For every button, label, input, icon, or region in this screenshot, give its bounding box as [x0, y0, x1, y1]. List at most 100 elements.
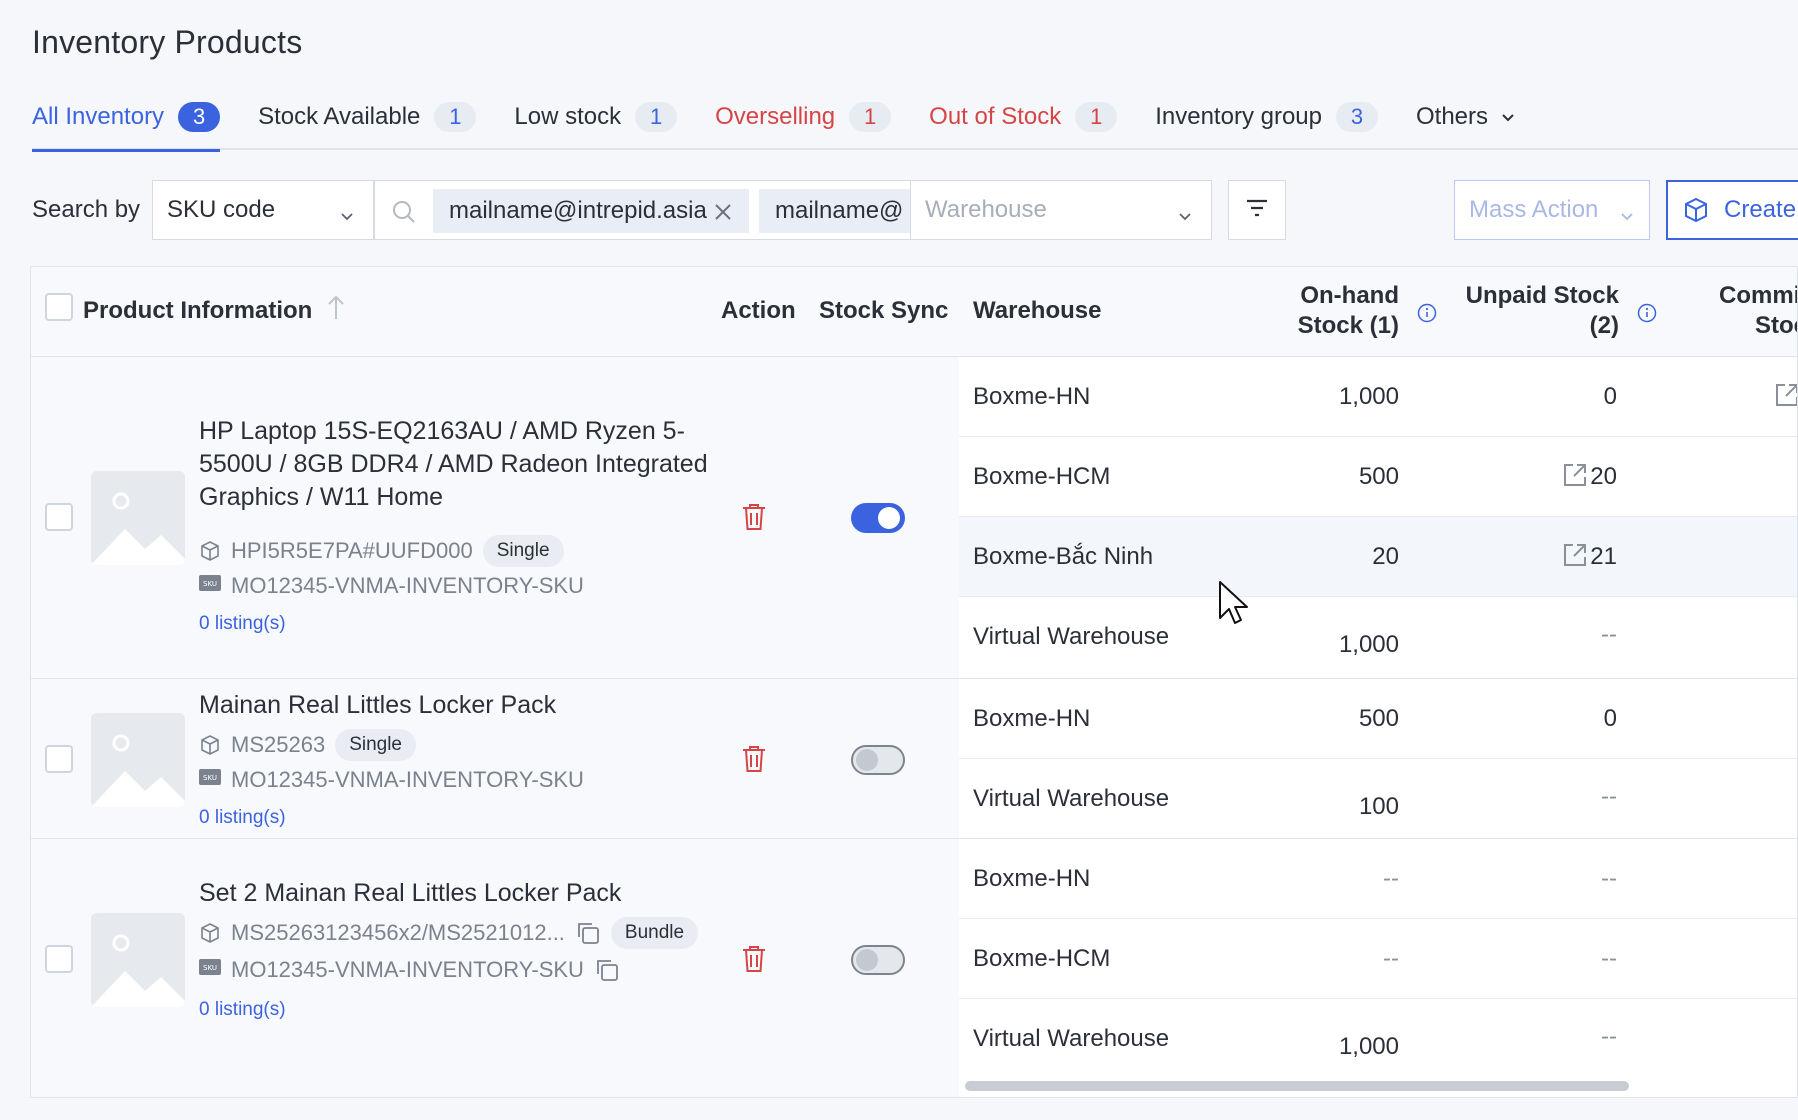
column-unpaid-stock: Unpaid Stock (2) [1449, 281, 1619, 341]
filter-icon [1245, 198, 1269, 223]
type-badge: Single [335, 729, 417, 761]
filter-bar: Search by SKU code mailname@intrepid.asi… [32, 180, 1798, 240]
warehouse-name: Boxme-HCM [973, 463, 1111, 490]
search-icon [391, 199, 417, 225]
sku-text: MO12345-VNMA-INVENTORY-SKU [231, 573, 584, 598]
onhand-value: 1,000 [1338, 631, 1399, 658]
tab-label: All Inventory [32, 103, 165, 130]
unpaid-value: -- [1601, 621, 1617, 648]
close-icon[interactable] [713, 201, 733, 221]
warehouse-row: Boxme-HCM 500 20 [959, 437, 1797, 517]
external-link-icon[interactable] [1773, 381, 1797, 409]
table-row: HP Laptop 15S-EQ2163AU / AMD Ryzen 5-550… [31, 357, 959, 679]
row-checkbox[interactable] [45, 503, 73, 531]
onhand-value: 500 [1358, 463, 1399, 490]
onhand-value: 1,000 [1338, 1033, 1399, 1060]
product-sku: SKU MO12345-VNMA-INVENTORY-SKU [199, 957, 620, 983]
column-committed-line2: Stock [1755, 312, 1797, 339]
delete-icon[interactable] [741, 945, 767, 973]
unpaid-value: -- [1601, 865, 1617, 892]
info-icon[interactable] [1417, 303, 1437, 328]
stock-sync-toggle[interactable] [851, 745, 905, 775]
product-image-placeholder [91, 913, 185, 1007]
product-code-text: MS25263 [231, 732, 326, 757]
warehouse-name: Virtual Warehouse [973, 623, 1170, 650]
tab-low-stock[interactable]: Low stock 1 [514, 84, 678, 150]
tab-count-badge: 1 [635, 102, 678, 132]
product-sku: SKU MO12345-VNMA-INVENTORY-SKU [199, 573, 584, 599]
stock-sync-toggle[interactable] [851, 503, 905, 533]
listing-link[interactable]: 0 listing(s) [199, 613, 286, 635]
filter-button[interactable] [1228, 180, 1286, 240]
row-checkbox[interactable] [45, 945, 73, 973]
listing-link[interactable]: 0 listing(s) [199, 807, 286, 829]
toggle-knob [878, 507, 900, 529]
type-badge: Bundle [610, 917, 699, 949]
warehouse-placeholder: Warehouse [925, 196, 1047, 223]
info-icon[interactable] [1637, 303, 1657, 328]
product-code: MS25263 Single [199, 729, 417, 761]
create-button[interactable]: Create [1666, 180, 1798, 240]
sku-text: MO12345-VNMA-INVENTORY-SKU [231, 767, 584, 792]
delete-icon[interactable] [741, 745, 767, 773]
cube-icon [199, 540, 221, 562]
stock-sync-toggle[interactable] [851, 945, 905, 975]
warehouse-row: Boxme-HN 1,000 0 [959, 357, 1797, 437]
tab-out-of-stock[interactable]: Out of Stock 1 [929, 84, 1118, 150]
mass-action-button[interactable]: Mass Action [1454, 180, 1650, 240]
product-sku: SKU MO12345-VNMA-INVENTORY-SKU [199, 767, 584, 793]
onhand-value: 1,000 [1338, 383, 1399, 410]
warehouse-name: Boxme-HN [973, 705, 1091, 732]
sku-text: MO12345-VNMA-INVENTORY-SKU [231, 957, 584, 982]
warehouse-name: Boxme-HCM [973, 945, 1111, 972]
onhand-value: 500 [1358, 705, 1399, 732]
copy-icon[interactable] [575, 920, 601, 946]
column-onhand-stock: On-hand Stock (1) [1229, 281, 1399, 341]
search-input[interactable]: mailname@intrepid.asia mailname@ [374, 180, 928, 240]
tab-all-inventory[interactable]: All Inventory 3 [32, 84, 221, 152]
select-all-checkbox[interactable] [45, 293, 73, 321]
warehouse-row: Virtual Warehouse 1,000 -- [959, 597, 1797, 679]
tab-count-badge: 3 [178, 102, 221, 132]
tab-stock-available[interactable]: Stock Available 1 [258, 84, 477, 150]
listing-link[interactable]: 0 listing(s) [199, 999, 286, 1021]
delete-icon[interactable] [741, 503, 767, 531]
mouse-cursor-icon [1218, 580, 1250, 626]
product-name: Mainan Real Littles Locker Pack [199, 691, 557, 719]
unpaid-value: 0 [1603, 705, 1617, 732]
product-image-placeholder [91, 471, 185, 565]
onhand-value: -- [1383, 945, 1399, 972]
onhand-value: -- [1383, 865, 1399, 892]
unpaid-value: -- [1601, 783, 1617, 810]
sku-icon: SKU [199, 575, 221, 597]
product-name: Set 2 Mainan Real Littles Locker Pack [199, 879, 622, 907]
product-image-placeholder [91, 713, 185, 807]
unpaid-value: -- [1601, 1023, 1617, 1050]
horizontal-scrollbar[interactable] [965, 1081, 1629, 1091]
tab-bar: All Inventory 3 Stock Available 1 Low st… [32, 84, 1798, 152]
sku-icon: SKU [199, 769, 221, 791]
column-unpaid-line1: Unpaid Stock [1465, 282, 1619, 309]
warehouse-select[interactable]: Warehouse [910, 180, 1212, 240]
tab-others[interactable]: Others [1416, 84, 1516, 150]
column-product-information[interactable]: Product Information [83, 297, 312, 325]
row-checkbox[interactable] [45, 745, 73, 773]
page-title: Inventory Products [32, 24, 303, 60]
warehouse-row: Boxme-Bắc Ninh 20 21 [959, 517, 1797, 597]
mass-action-label: Mass Action [1469, 196, 1599, 223]
product-code-text: HPI5R5E7PA#UUFD000 [231, 538, 473, 563]
search-chip: mailname@intrepid.asia [433, 189, 749, 233]
search-chip: mailname@ [759, 189, 927, 233]
chevron-down-icon [1177, 203, 1193, 221]
product-code-text: MS25263123456x2/MS2521012... [231, 920, 565, 945]
tab-inventory-group[interactable]: Inventory group 3 [1155, 84, 1378, 150]
search-field-select[interactable]: SKU code [152, 180, 374, 240]
box-icon [1682, 196, 1710, 224]
copy-icon[interactable] [594, 957, 620, 983]
unpaid-value: 21 [1590, 543, 1617, 570]
unpaid-value: 20 [1590, 463, 1617, 490]
unpaid-value: 0 [1603, 383, 1617, 410]
cube-icon [199, 922, 221, 944]
sort-arrow-up-icon[interactable] [327, 295, 345, 326]
tab-overselling[interactable]: Overselling 1 [715, 84, 892, 150]
